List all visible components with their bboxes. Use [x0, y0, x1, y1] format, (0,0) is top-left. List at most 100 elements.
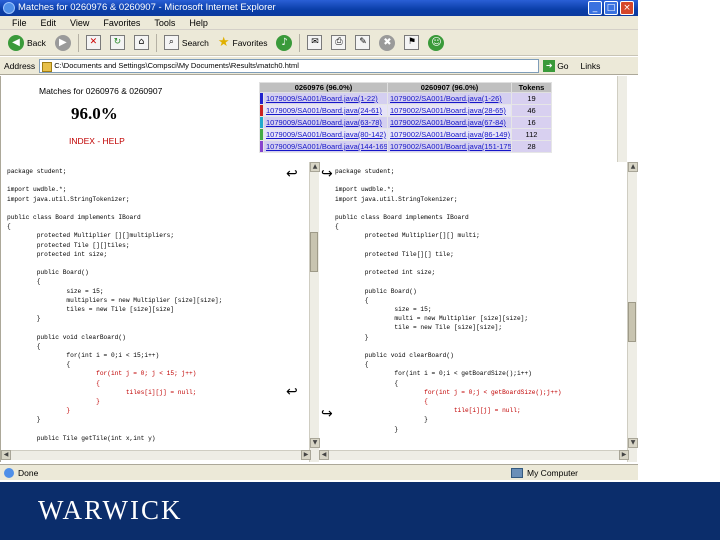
scroll-right-icon[interactable]: ▶ [301, 450, 311, 460]
menu-view[interactable]: View [70, 16, 89, 29]
search-button[interactable]: ⌕ Search [162, 33, 211, 53]
go-button[interactable]: ➜ Go [543, 59, 569, 72]
code-line: tile = new Tile [size][size]; [335, 324, 503, 332]
match-percent: 96.0% [71, 104, 118, 123]
slide-margin [638, 0, 720, 482]
page-done-icon [4, 467, 14, 478]
right-scroll-thumb[interactable] [628, 302, 636, 342]
mail-button[interactable]: ✉ [305, 33, 324, 53]
close-button[interactable]: × [620, 1, 634, 15]
scroll-down-icon[interactable]: ▼ [310, 438, 320, 448]
code-line: import java.util.StringTokenizer; [335, 195, 458, 203]
code-line: import uwdble.*; [7, 186, 67, 194]
scroll-right-icon[interactable]: ▶ [619, 450, 629, 460]
match-right-link[interactable]: 1079002/SA001/Board.java(28-65) [387, 104, 512, 117]
back-button[interactable]: ◀ Back [6, 33, 48, 53]
match-left-link[interactable]: 1079009/SA001/Board.java(80-142) [263, 128, 388, 141]
column-header-right: 0260907 (96.0%) [387, 82, 512, 93]
code-line: package student; [335, 168, 395, 175]
column-header-tokens: Tokens [511, 82, 552, 93]
menu-help[interactable]: Help [189, 16, 208, 29]
match-title: Matches for 0260976 & 0260907 [39, 86, 163, 96]
toolbar-separator [155, 33, 157, 52]
favorites-button[interactable]: ★ Favorites [216, 33, 270, 53]
maximize-button[interactable]: □ [604, 1, 618, 15]
search-icon: ⌕ [163, 35, 179, 50]
menu-tools[interactable]: Tools [154, 16, 175, 29]
edit-button[interactable]: ✎ [353, 33, 372, 53]
home-button[interactable]: ⌂ [132, 33, 151, 53]
media-button[interactable]: ♪ [274, 33, 294, 53]
code-line: { [7, 342, 41, 350]
match-row: 1079009/SA001/Board.java(80-142) 1079002/… [259, 128, 552, 141]
links-button[interactable]: Links [581, 61, 601, 71]
match-row: 1079009/SA001/Board.java(144-169) 1079002… [259, 140, 552, 153]
match-header: Matches for 0260976 & 0260907 96.0% INDE… [1, 76, 629, 162]
match-left-link[interactable]: 1079009/SA001/Board.java(63-78) [263, 116, 388, 129]
forward-arrow-icon: ▶ [54, 34, 71, 51]
code-line: { [7, 379, 100, 387]
code-line: multipliers = new Multiplier [size][size… [7, 296, 223, 304]
code-line: for(int j = 0; j < 15; j++) [7, 370, 197, 378]
code-line: import uwdble.*; [335, 186, 395, 194]
match-right-link[interactable]: 1079002/SA001/Board.java(67-84) [387, 116, 512, 129]
window-titlebar: Matches for 0260976 & 0260907 - Microsof… [0, 0, 638, 16]
menu-favorites[interactable]: Favorites [103, 16, 140, 29]
index-help-link[interactable]: INDEX - HELP [69, 136, 125, 146]
match-left-link[interactable]: 1079009/SA001/Board.java(144-169) [263, 140, 388, 153]
match-table: 0260976 (96.0%) 0260907 (96.0%) Tokens 1… [259, 82, 552, 153]
scroll-down-icon[interactable]: ▼ [628, 438, 638, 448]
discuss-button[interactable]: ✖ [377, 33, 397, 53]
code-line: public Board() [7, 269, 89, 277]
left-horizontal-scrollbar[interactable]: ◀ ▶ [1, 450, 311, 460]
right-pane-scrollbar[interactable]: ▲ ▼ [627, 162, 638, 462]
scroll-left-icon[interactable]: ◀ [319, 450, 329, 460]
code-line: } [7, 407, 71, 415]
menu-edit[interactable]: Edit [41, 16, 57, 29]
jump-arrow-icon[interactable]: ↩ [286, 384, 298, 400]
code-line: public Board() [335, 287, 417, 295]
code-line: protected Multiplier [][]multipliers; [7, 232, 175, 240]
code-line: { [335, 379, 399, 387]
window-controls: _ □ × [588, 1, 634, 15]
toolbar: ◀ Back ▶ ✕ ↻ ⌂ ⌕ Search ★ Favorites ♪ ✉ [0, 30, 638, 56]
security-zone: My Computer [510, 467, 638, 478]
left-pane-scrollbar[interactable]: ▲ ▼ [309, 162, 320, 462]
code-line: public void clearBoard() [7, 333, 126, 341]
header-scrollbar[interactable] [617, 76, 627, 162]
messenger-button[interactable]: ☺ [426, 33, 446, 53]
research-button[interactable]: ⚑ [402, 33, 421, 53]
code-line: size = 15; [335, 306, 432, 313]
forward-button[interactable]: ▶ [53, 33, 73, 53]
zone-label: My Computer [526, 467, 578, 478]
right-horizontal-scrollbar[interactable]: ◀ ▶ [319, 450, 629, 460]
refresh-button[interactable]: ↻ [108, 33, 127, 53]
match-right-link[interactable]: 1079002/SA001/Board.java(86-149) [387, 128, 512, 141]
code-line: { [7, 223, 11, 231]
match-tokens: 19 [511, 92, 552, 105]
scroll-left-icon[interactable]: ◀ [1, 450, 11, 460]
minimize-button[interactable]: _ [588, 1, 602, 15]
address-input[interactable]: C:\Documents and Settings\Compsci\My Doc… [39, 58, 540, 73]
code-line: tiles = new Tile [size][size] [7, 306, 175, 313]
match-row: 1079009/SA001/Board.java(1-22) 1079002/SA… [259, 92, 552, 105]
code-line: protected int size; [7, 250, 108, 258]
stop-button[interactable]: ✕ [84, 33, 103, 53]
match-right-link[interactable]: 1079002/SA001/Board.java(151-175) [387, 140, 512, 153]
computer-icon [510, 467, 523, 478]
scroll-up-icon[interactable]: ▲ [628, 162, 638, 172]
print-button[interactable]: ⎙ [329, 33, 348, 53]
match-left-link[interactable]: 1079009/SA001/Board.java(24-61) [263, 104, 388, 117]
match-left-link[interactable]: 1079009/SA001/Board.java(1-22) [263, 92, 388, 105]
go-label: Go [557, 60, 569, 71]
match-right-link[interactable]: 1079002/SA001/Board.java(1-26) [387, 92, 512, 105]
menu-file[interactable]: File [12, 16, 27, 29]
jump-arrow-icon[interactable]: ↪ [321, 406, 333, 422]
jump-arrow-icon[interactable]: ↪ [321, 166, 333, 182]
left-code-pane: package student; import uwdble.*; import j… [3, 164, 311, 448]
left-scroll-thumb[interactable] [310, 232, 318, 272]
jump-arrow-icon[interactable]: ↩ [286, 166, 298, 182]
right-code-pane: package student; import uwdble.*; import j… [331, 164, 631, 448]
scroll-up-icon[interactable]: ▲ [310, 162, 320, 172]
code-line: { [335, 296, 369, 304]
